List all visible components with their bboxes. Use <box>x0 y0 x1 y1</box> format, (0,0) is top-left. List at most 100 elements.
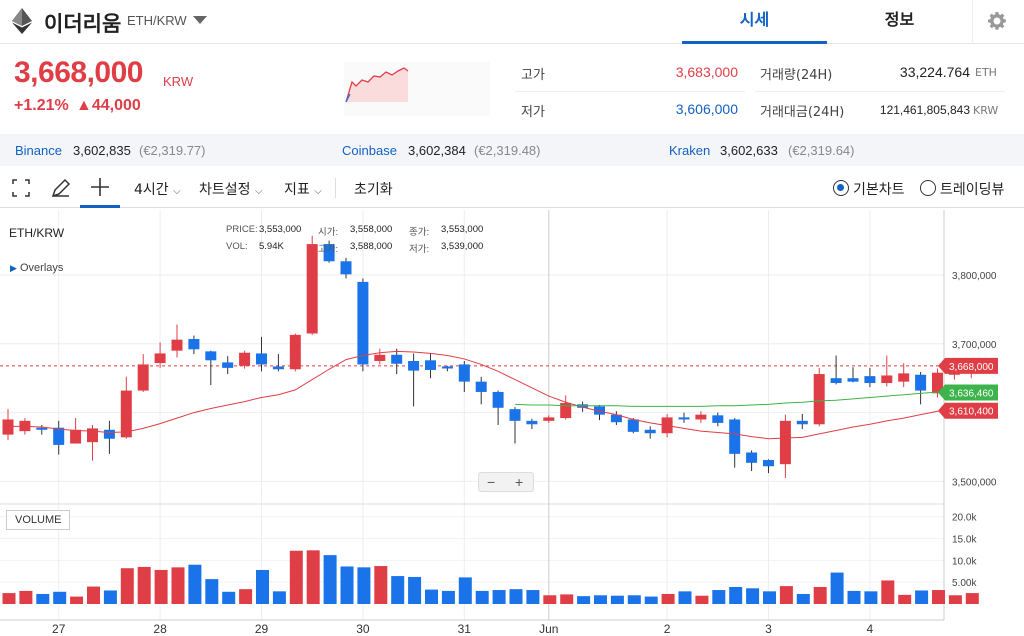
tradingview-label[interactable]: 트레이딩뷰 <box>940 179 1004 199</box>
volume-bar <box>594 595 607 604</box>
candle-body <box>796 420 808 425</box>
overlays-toggle[interactable]: ▶ Overlays <box>10 262 63 274</box>
volume-pane-label: VOLUME <box>6 510 71 530</box>
amount-label: 거래대금(24H) <box>760 105 845 120</box>
indicators-menu[interactable]: 지표 ⌵ <box>284 179 322 199</box>
interval-select[interactable]: 4시간 ⌵ <box>134 179 181 199</box>
change-percent: +1.21% <box>14 97 69 114</box>
volume-bar <box>53 591 67 604</box>
volume-bar <box>560 594 574 604</box>
legend-price-label: PRICE: <box>226 224 258 235</box>
candle-body <box>53 427 65 445</box>
price-chart[interactable]: 3,500,0003,600,0003,700,0003,800,0005.00… <box>0 210 1024 636</box>
volume-bar <box>847 590 861 604</box>
volume-bar <box>408 576 422 604</box>
settings-button[interactable] <box>972 0 1024 44</box>
basic-chart-label[interactable]: 기본차트 <box>853 179 905 199</box>
volume-bar <box>915 590 929 604</box>
tab-market[interactable]: 시세 <box>682 0 827 44</box>
candle-body <box>36 427 48 430</box>
coin-select-caret-icon[interactable] <box>193 16 207 24</box>
reset-button[interactable]: 초기화 <box>354 179 393 199</box>
candle-body <box>678 417 690 420</box>
draw-pencil-icon[interactable] <box>48 168 72 208</box>
volume-bar <box>357 567 371 604</box>
candle-body <box>103 429 115 439</box>
volume-bar <box>323 555 337 604</box>
candle-body <box>188 338 200 350</box>
candle-body <box>137 364 149 391</box>
chevron-down-icon: ⌵ <box>173 186 181 197</box>
chart-settings-label: 차트설정 <box>199 182 251 198</box>
exchange-prices-bar: Binance 3,602,835 (€2,319.77) Coinbase 3… <box>0 134 1024 166</box>
high-label: 고가 <box>521 68 545 83</box>
legend-high: 3,588,000 <box>350 241 393 252</box>
legend-close: 3,553,000 <box>441 224 484 235</box>
volume-bar <box>627 595 641 604</box>
candle-body <box>441 366 453 369</box>
price-tag-label: 3,668,000 <box>949 362 994 373</box>
gear-icon <box>988 12 1006 30</box>
candle-body <box>526 420 538 425</box>
exchange-name-binance[interactable]: Binance <box>15 143 62 158</box>
volume-tick-label: 5.00k <box>952 578 977 589</box>
chevron-down-icon: ⌵ <box>254 186 263 197</box>
caret-right-icon: ▶ <box>10 263 17 273</box>
exchange-name-coinbase[interactable]: Coinbase <box>342 143 397 158</box>
divider <box>755 91 1005 92</box>
ethereum-logo-icon <box>12 8 32 34</box>
volume-bar <box>120 568 134 604</box>
volume-bar <box>374 566 388 604</box>
candlestick-chart-svg[interactable]: 3,500,0003,600,0003,700,0003,800,0005.00… <box>0 210 1024 636</box>
candle-body <box>864 376 876 384</box>
legend-low-label: 저가: <box>409 244 430 255</box>
y-tick-label: 3,700,000 <box>952 340 997 351</box>
amount-unit: KRW <box>973 104 999 117</box>
basic-chart-radio[interactable] <box>833 180 849 196</box>
tradingview-radio[interactable] <box>920 180 936 196</box>
volume-bar <box>729 586 743 604</box>
chevron-down-icon: ⌵ <box>314 186 322 197</box>
candle-body <box>746 452 758 463</box>
candle-body <box>171 339 183 351</box>
volume-bar <box>272 591 286 604</box>
tab-info[interactable]: 정보 <box>827 0 972 44</box>
exchange-name-kraken[interactable]: Kraken <box>669 143 710 158</box>
volume-tick-label: 10.0k <box>952 556 977 567</box>
volume-bar <box>391 576 405 604</box>
candle-body <box>543 417 555 421</box>
volume-tick-label: 20.0k <box>952 513 977 524</box>
volume-label: 거래량(24H) <box>760 68 833 83</box>
crosshair-tool[interactable] <box>80 168 120 208</box>
zoom-out-button[interactable]: − <box>487 474 495 490</box>
volume-bar <box>2 593 16 604</box>
volume-bar <box>188 564 202 604</box>
fullscreen-icon[interactable] <box>10 168 32 208</box>
candle-body <box>729 419 741 454</box>
volume-bar <box>932 590 945 604</box>
volume-bar <box>796 593 810 604</box>
candle-body <box>391 354 403 364</box>
indicators-label: 지표 <box>284 182 310 198</box>
volume-bar <box>19 590 33 604</box>
volume-bar <box>746 588 760 604</box>
candle-body <box>813 374 825 425</box>
candle-body <box>695 414 707 420</box>
legend-close-label: 종가: <box>409 227 430 238</box>
legend-open-label: 시가: <box>318 227 339 238</box>
volume-bar <box>644 596 658 604</box>
chart-settings-menu[interactable]: 차트설정 ⌵ <box>199 179 263 199</box>
candle-body <box>87 428 98 443</box>
exchange-eur-binance: (€2,319.77) <box>139 143 206 158</box>
chart-symbol: ETH/KRW <box>9 226 65 240</box>
zoom-in-button[interactable]: + <box>515 474 523 490</box>
volume-bar <box>36 593 50 604</box>
candle-body <box>644 429 656 434</box>
volume-bar <box>441 590 455 604</box>
candle-body <box>239 352 251 366</box>
app-header: 이더리움 ETH/KRW 시세 정보 <box>0 0 1024 44</box>
candle-body <box>154 353 166 364</box>
volume-value: 33,224.764 <box>899 64 970 80</box>
volume-bar <box>458 577 472 604</box>
volume-bar <box>340 566 354 604</box>
